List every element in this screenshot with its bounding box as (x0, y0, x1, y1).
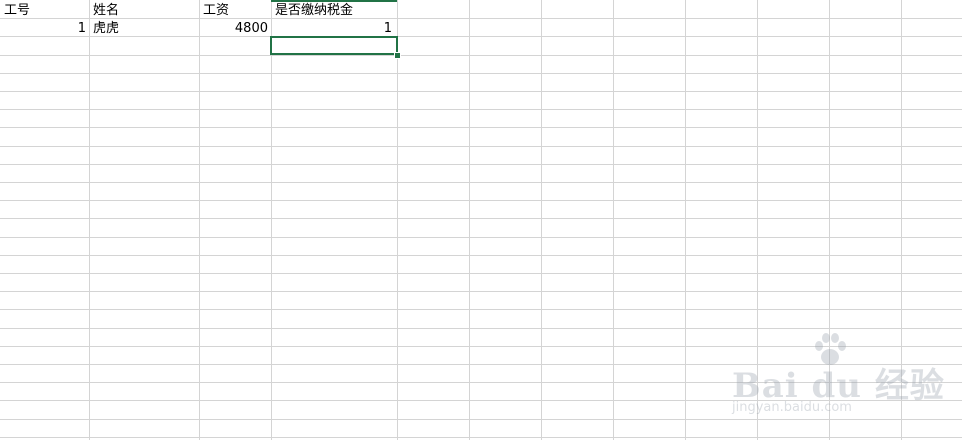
cell-header-salary[interactable]: 工资 (199, 2, 271, 19)
row-gridline (0, 437, 962, 438)
row-gridline (0, 328, 962, 329)
row-gridline (0, 309, 962, 310)
cell-salary[interactable]: 4800 (199, 20, 271, 37)
row-gridline (0, 91, 962, 92)
column-gridline (89, 0, 90, 440)
active-cell-selection[interactable] (270, 36, 398, 55)
fill-handle[interactable] (394, 52, 401, 59)
column-gridline (685, 0, 686, 440)
column-gridline (541, 0, 542, 440)
column-gridline (271, 0, 272, 440)
row-gridline (0, 164, 962, 165)
row-gridline (0, 218, 962, 219)
row-gridline (0, 273, 962, 274)
baidu-jingyan-watermark: Bai du 经验 jingyan.baidu.com (732, 330, 944, 422)
cell-name[interactable]: 虎虎 (89, 20, 199, 37)
cell-tax-paid[interactable]: 1 (271, 20, 397, 37)
row-gridline (0, 55, 962, 56)
row-gridline (0, 73, 962, 74)
watermark-url: jingyan.baidu.com (732, 400, 852, 415)
row-gridline (0, 237, 962, 238)
column-gridline (199, 0, 200, 440)
column-gridline (397, 0, 398, 440)
cell-header-tax-paid[interactable]: 是否缴纳税金 (271, 2, 397, 19)
row-gridline (0, 146, 962, 147)
row-gridline (0, 200, 962, 201)
cell-employee-no[interactable]: 1 (0, 20, 89, 37)
row-gridline (0, 109, 962, 110)
cell-header-employee-no[interactable]: 工号 (0, 2, 89, 19)
spreadsheet-grid[interactable]: 工号 姓名 工资 是否缴纳税金 1 虎虎 4800 1 Bai du 经验 ji… (0, 0, 962, 440)
row-gridline (0, 255, 962, 256)
row-gridline (0, 127, 962, 128)
row-gridline (0, 182, 962, 183)
cell-header-name[interactable]: 姓名 (89, 2, 199, 19)
column-gridline (469, 0, 470, 440)
column-gridline (613, 0, 614, 440)
row-gridline (0, 291, 962, 292)
